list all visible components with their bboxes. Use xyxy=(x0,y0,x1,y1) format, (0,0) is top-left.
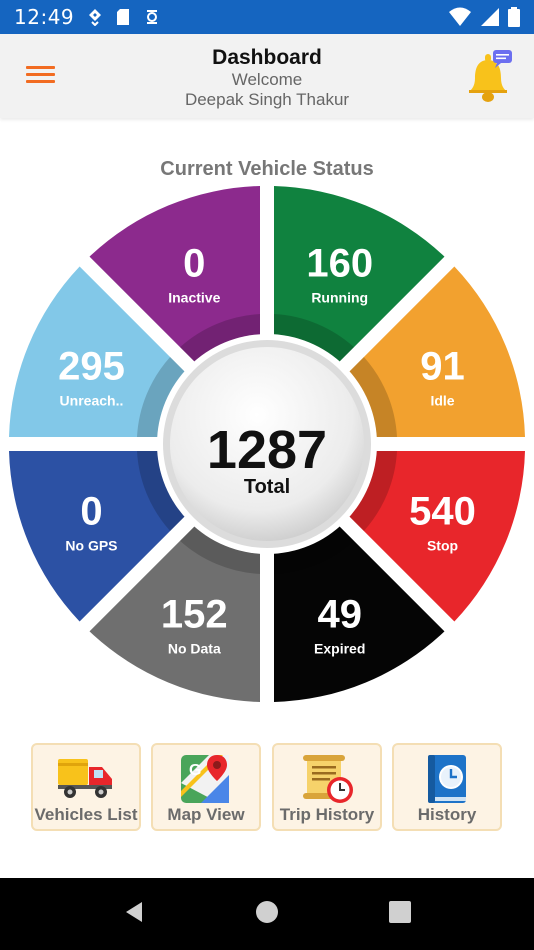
svg-text:G: G xyxy=(189,762,201,779)
history-book-icon xyxy=(428,755,466,803)
segment-label-running: Running xyxy=(311,289,368,305)
segment-label-no-gps: No GPS xyxy=(65,538,117,554)
bell-icon xyxy=(469,50,512,102)
notification-button[interactable] xyxy=(466,50,514,104)
signal-icon xyxy=(481,8,499,26)
scroll-clock-icon xyxy=(303,755,353,803)
battery-icon xyxy=(508,7,520,27)
system-navigation-bar xyxy=(0,878,534,950)
status-time: 12:49 xyxy=(14,5,75,29)
trip-history-button[interactable]: Trip History xyxy=(272,743,382,831)
segment-value-inactive: 0 xyxy=(183,241,205,285)
total-label: Total xyxy=(244,476,290,498)
page-title: Dashboard xyxy=(212,46,322,69)
segment-value-running: 160 xyxy=(306,241,373,285)
vehicle-status-gauge: 160 Running 91 Idle 540 Stop 49 Expired 152 No Da… xyxy=(9,186,525,702)
status-bar: 12:49 xyxy=(0,0,534,34)
segment-label-inactive: Inactive xyxy=(168,289,220,305)
header-title-block: Dashboard Welcome Deepak Singh Thakur xyxy=(0,46,534,110)
recents-icon[interactable] xyxy=(388,900,412,924)
trip-history-label: Trip History xyxy=(279,805,375,824)
back-icon[interactable] xyxy=(122,900,146,924)
sync-icon xyxy=(147,10,158,24)
user-name: Deepak Singh Thakur xyxy=(184,90,350,109)
history-button[interactable]: History xyxy=(392,743,502,831)
segment-label-unreach: Unreach.. xyxy=(60,392,124,408)
map-icon: G xyxy=(181,755,229,803)
location-icon xyxy=(89,9,102,26)
segment-value-idle: 91 xyxy=(420,344,465,388)
segment-value-stop: 540 xyxy=(409,490,476,534)
segment-label-no-data: No Data xyxy=(168,641,221,657)
vehicles-list-button[interactable]: Vehicles List xyxy=(31,743,141,831)
welcome-text: Welcome xyxy=(231,70,303,89)
segment-label-stop: Stop xyxy=(427,538,458,554)
segment-value-unreach: 295 xyxy=(58,344,125,388)
app-bar: Dashboard Welcome Deepak Singh Thakur xyxy=(0,34,534,118)
segment-label-expired: Expired xyxy=(314,641,365,657)
vehicle-status-panel: Current Vehicle Status 160 Running 91 Idle 5… xyxy=(0,118,534,728)
segment-value-no-data: 152 xyxy=(161,593,228,637)
map-view-button[interactable]: G Map View xyxy=(151,743,261,831)
shortcut-bar: Vehicles List G Map View Trip History Hi… xyxy=(0,743,534,833)
sd-card-icon xyxy=(117,9,130,25)
segment-value-no-gps: 0 xyxy=(80,490,102,534)
history-label: History xyxy=(417,805,477,824)
home-icon[interactable] xyxy=(255,900,279,924)
segment-value-expired: 49 xyxy=(317,593,362,637)
vehicles-list-label: Vehicles List xyxy=(34,805,138,824)
segment-label-idle: Idle xyxy=(430,392,454,408)
wifi-icon xyxy=(449,7,471,26)
truck-icon xyxy=(58,759,112,798)
total-value: 1287 xyxy=(207,420,327,480)
map-view-label: Map View xyxy=(167,805,245,824)
